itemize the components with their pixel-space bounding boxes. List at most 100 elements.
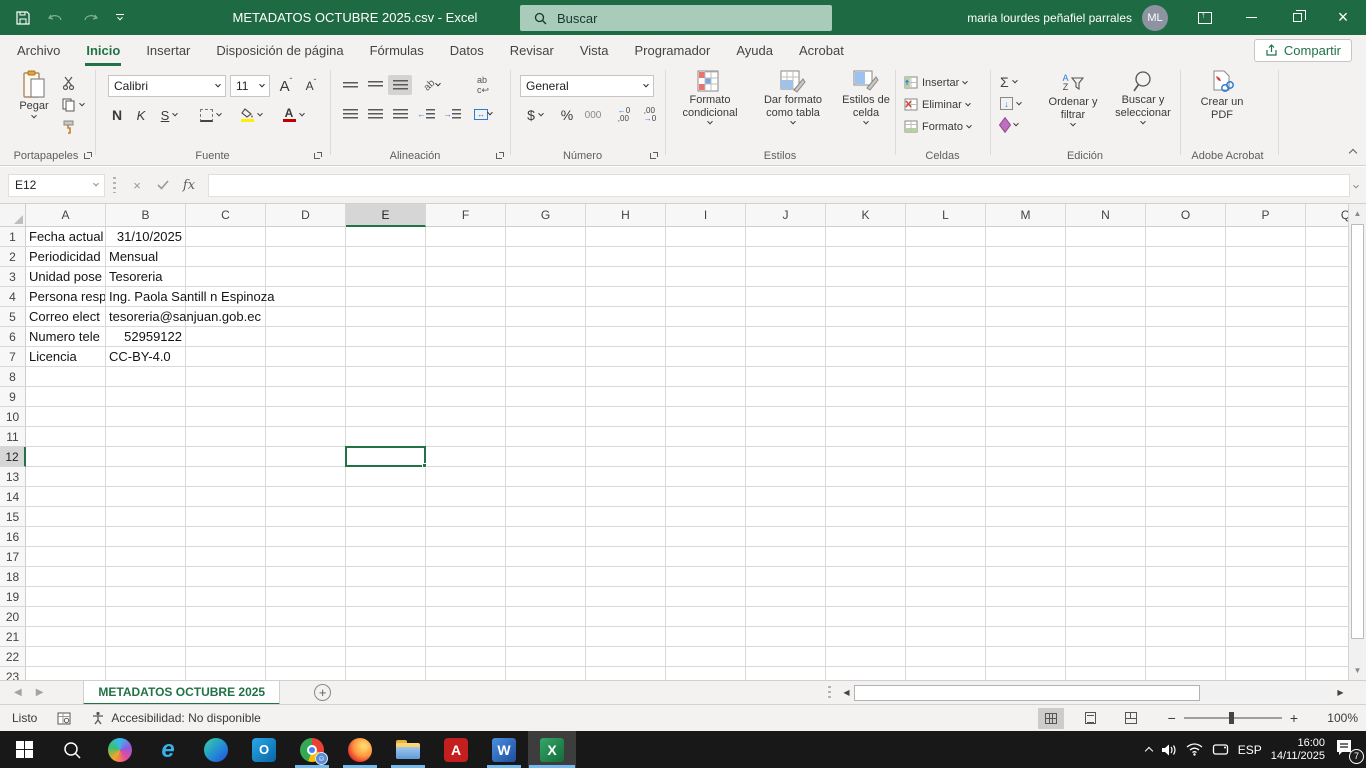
- sort-filter-button[interactable]: AZ Ordenar y filtrar: [1040, 70, 1106, 127]
- row-header-6[interactable]: 6: [0, 327, 26, 347]
- taskbar-word-button[interactable]: W: [480, 731, 528, 768]
- conditional-formatting-button[interactable]: Formato condicional: [672, 70, 748, 125]
- copy-button[interactable]: [62, 98, 84, 112]
- wrap-text-button[interactable]: abc↩: [466, 75, 500, 95]
- shrink-font-button[interactable]: Aˇ: [300, 75, 322, 97]
- autosum-button[interactable]: Σ: [1000, 74, 1017, 90]
- align-top-button[interactable]: [338, 75, 362, 95]
- currency-button[interactable]: $: [520, 104, 550, 126]
- increase-decimal-button[interactable]: ←0,00: [612, 104, 636, 126]
- vertical-scrollbar[interactable]: ▲ ▼: [1348, 204, 1366, 680]
- row-header-22[interactable]: 22: [0, 647, 26, 667]
- cell-B6[interactable]: 52959122: [106, 327, 185, 347]
- zoom-slider[interactable]: [1184, 717, 1282, 719]
- sheet-nav-left-icon[interactable]: ◀: [14, 687, 22, 698]
- cell-A4[interactable]: Persona resp: [26, 287, 105, 307]
- increase-indent-button[interactable]: →: [440, 104, 464, 124]
- borders-button[interactable]: [194, 104, 226, 126]
- collapse-ribbon-button[interactable]: [1350, 145, 1356, 159]
- italic-button[interactable]: K: [130, 104, 152, 126]
- decrease-indent-button[interactable]: ←: [414, 104, 438, 124]
- align-bottom-button[interactable]: [388, 75, 412, 95]
- taskbar-acrobat-button[interactable]: A: [432, 731, 480, 768]
- row-header-9[interactable]: 9: [0, 387, 26, 407]
- horizontal-scroll-track[interactable]: [854, 685, 1333, 701]
- row-header-15[interactable]: 15: [0, 507, 26, 527]
- alignment-dialog-launcher[interactable]: [494, 151, 504, 161]
- row-header-18[interactable]: 18: [0, 567, 26, 587]
- name-box[interactable]: E12: [8, 174, 105, 197]
- row-header-23[interactable]: 23: [0, 667, 26, 680]
- tab-inicio[interactable]: Inicio: [73, 35, 133, 66]
- taskbar-explorer-button[interactable]: [384, 731, 432, 768]
- restore-button[interactable]: [1274, 0, 1320, 35]
- language-indicator[interactable]: ESP: [1238, 743, 1262, 757]
- tab-vista[interactable]: Vista: [567, 35, 622, 66]
- normal-view-button[interactable]: [1038, 708, 1064, 729]
- confirm-entry-button[interactable]: [150, 174, 176, 197]
- share-button[interactable]: Compartir: [1254, 39, 1352, 62]
- horizontal-scrollbar[interactable]: ◀ ▶: [828, 683, 1348, 702]
- display-connect-icon[interactable]: [1212, 743, 1229, 756]
- zoom-in-button[interactable]: +: [1282, 710, 1306, 726]
- row-header-10[interactable]: 10: [0, 407, 26, 427]
- column-header-D[interactable]: D: [266, 204, 346, 227]
- column-header-L[interactable]: L: [906, 204, 986, 227]
- font-size-select[interactable]: 11: [230, 75, 270, 97]
- grow-font-button[interactable]: Aˆ: [274, 75, 298, 97]
- formula-bar-expand-button[interactable]: [1354, 178, 1358, 192]
- taskbar-internet-explorer-button[interactable]: e: [144, 731, 192, 768]
- cell-A1[interactable]: Fecha actual: [26, 227, 105, 247]
- sheet-nav-right-icon[interactable]: ▶: [36, 687, 44, 698]
- fill-color-button[interactable]: [234, 104, 268, 126]
- number-format-select[interactable]: General: [520, 75, 654, 97]
- tab-acrobat[interactable]: Acrobat: [786, 35, 857, 66]
- column-header-F[interactable]: F: [426, 204, 506, 227]
- bold-button[interactable]: N: [106, 104, 128, 126]
- format-painter-button[interactable]: [62, 120, 76, 134]
- fill-button[interactable]: ↓: [1000, 97, 1021, 110]
- accessibility-button[interactable]: [91, 711, 105, 725]
- cell-A3[interactable]: Unidad pose: [26, 267, 105, 287]
- column-header-J[interactable]: J: [746, 204, 826, 227]
- taskbar-outlook-button[interactable]: O: [240, 731, 288, 768]
- fill-handle[interactable]: [422, 463, 427, 468]
- tab-revisar[interactable]: Revisar: [497, 35, 567, 66]
- minimize-button[interactable]: [1228, 0, 1274, 35]
- scroll-up-arrow[interactable]: ▲: [1351, 207, 1364, 220]
- close-button[interactable]: ×: [1320, 0, 1366, 35]
- underline-button[interactable]: S: [154, 104, 184, 126]
- row-header-7[interactable]: 7: [0, 347, 26, 367]
- column-header-O[interactable]: O: [1146, 204, 1226, 227]
- namebox-splitter[interactable]: [113, 177, 116, 193]
- row-header-11[interactable]: 11: [0, 427, 26, 447]
- row-header-14[interactable]: 14: [0, 487, 26, 507]
- taskbar-search-button[interactable]: [48, 731, 96, 768]
- decrease-decimal-button[interactable]: ,00→0: [638, 104, 662, 126]
- cell-A5[interactable]: Correo elect: [26, 307, 105, 327]
- scrollbar-splitter[interactable]: [828, 686, 831, 700]
- row-header-4[interactable]: 4: [0, 287, 26, 307]
- cell-A6[interactable]: Numero tele: [26, 327, 105, 347]
- column-header-C[interactable]: C: [186, 204, 266, 227]
- align-left-button[interactable]: [338, 104, 362, 124]
- column-header-A[interactable]: A: [26, 204, 106, 227]
- select-all-corner[interactable]: [0, 204, 26, 227]
- tab-archivo[interactable]: Archivo: [4, 35, 73, 66]
- percent-button[interactable]: %: [556, 104, 578, 126]
- taskbar-edge-button[interactable]: [192, 731, 240, 768]
- notification-center-button[interactable]: 7: [1334, 738, 1360, 762]
- cell-B3[interactable]: Tesoreria: [106, 267, 165, 287]
- zoom-out-button[interactable]: −: [1160, 710, 1184, 726]
- tab-disposici-n-de-p-gina[interactable]: Disposición de página: [203, 35, 356, 66]
- column-header-N[interactable]: N: [1066, 204, 1146, 227]
- zoom-level[interactable]: 100%: [1312, 711, 1358, 725]
- font-name-select[interactable]: Calibri: [108, 75, 226, 97]
- macro-record-button[interactable]: [57, 712, 71, 725]
- insert-function-button[interactable]: fx: [176, 174, 202, 197]
- scroll-down-arrow[interactable]: ▼: [1351, 664, 1364, 677]
- font-color-button[interactable]: A: [276, 104, 310, 126]
- vertical-scroll-thumb[interactable]: [1351, 224, 1364, 639]
- tab-insertar[interactable]: Insertar: [133, 35, 203, 66]
- number-dialog-launcher[interactable]: [648, 151, 658, 161]
